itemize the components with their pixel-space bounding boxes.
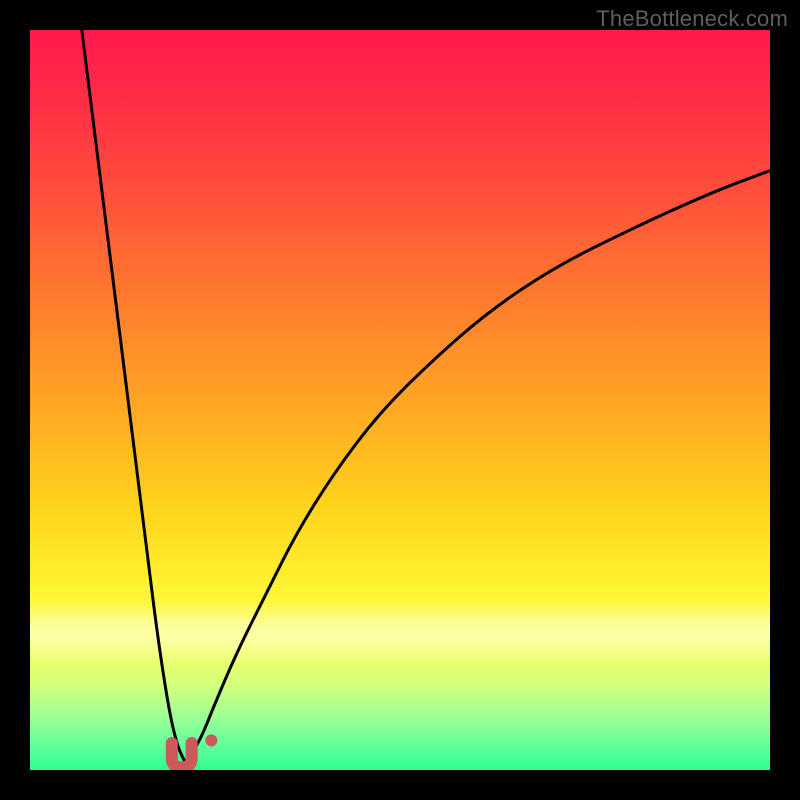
- plot-area: [30, 30, 770, 770]
- curve-layer: [30, 30, 770, 770]
- outer-frame: TheBottleneck.com: [0, 0, 800, 800]
- dot-marker-icon: [205, 734, 217, 746]
- curve-right-branch: [185, 171, 770, 763]
- curve-left-branch: [82, 30, 186, 763]
- attribution-label: TheBottleneck.com: [596, 6, 788, 32]
